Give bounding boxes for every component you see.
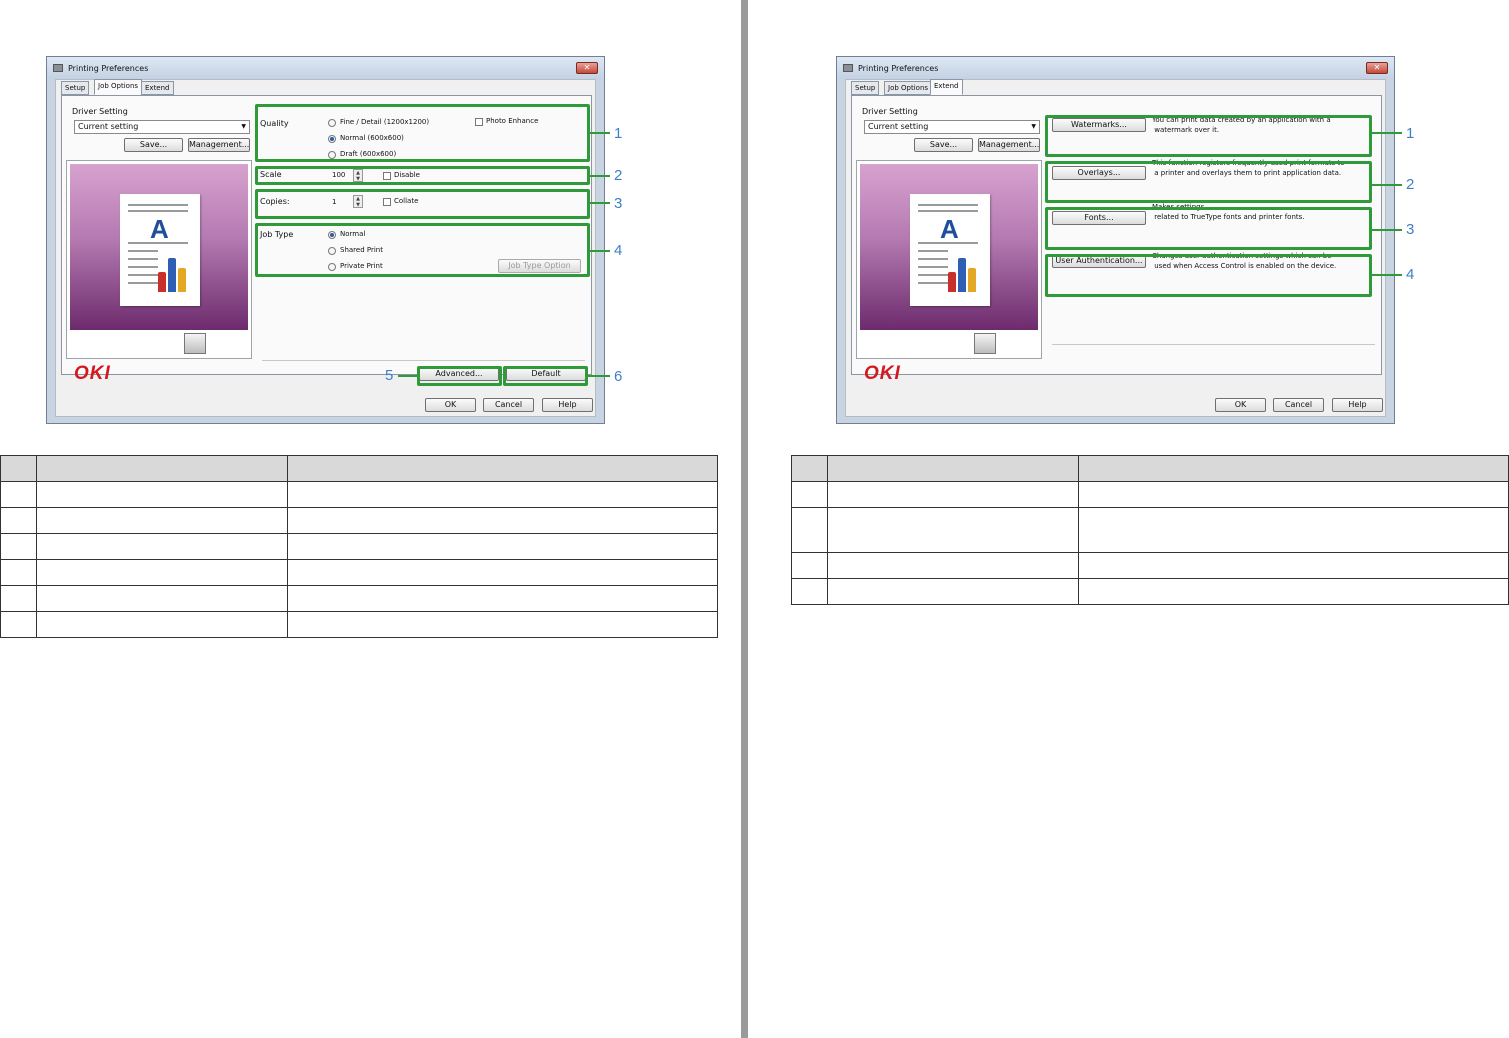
- table-row: [0, 507, 718, 534]
- callout-box-4: [255, 223, 590, 277]
- callout-number: 6: [614, 368, 623, 385]
- preview-page: A: [120, 194, 200, 306]
- callout-number: 1: [614, 125, 623, 142]
- callout-number: 1: [1406, 125, 1415, 142]
- tab-extend[interactable]: Extend: [930, 79, 963, 95]
- driver-setting-select[interactable]: Current setting ▼: [864, 120, 1040, 134]
- callout-box-4: [1045, 254, 1372, 297]
- help-button[interactable]: Help: [1332, 398, 1383, 412]
- chart-bar-graphic: [968, 268, 976, 292]
- callout-number: 5: [385, 367, 394, 384]
- chart-bar-graphic: [958, 258, 966, 292]
- chart-bar-graphic: [158, 272, 166, 292]
- right-description-table: [791, 455, 1509, 605]
- callout-box-1: [255, 104, 590, 162]
- cancel-button[interactable]: Cancel: [1273, 398, 1324, 412]
- callout-number: 4: [1406, 266, 1415, 283]
- window-title: Printing Preferences: [858, 64, 939, 73]
- window-title: Printing Preferences: [68, 64, 149, 73]
- help-button[interactable]: Help: [542, 398, 593, 412]
- letter-a-graphic: A: [150, 214, 169, 244]
- cancel-button[interactable]: Cancel: [483, 398, 534, 412]
- table-row: [791, 481, 1509, 508]
- callout-number: 3: [614, 195, 623, 212]
- printer-icon: [843, 64, 853, 72]
- callout-box-2: [1045, 161, 1372, 203]
- title-bar: Printing Preferences ✕: [47, 57, 604, 79]
- table-row: [0, 611, 718, 638]
- table-row: [791, 578, 1509, 605]
- close-button[interactable]: ✕: [1366, 62, 1388, 74]
- print-preview: A: [856, 160, 1042, 359]
- tab-job-options[interactable]: Job Options: [94, 79, 143, 95]
- driver-setting-value: Current setting: [78, 122, 139, 131]
- left-description-table: [0, 455, 718, 638]
- save-button[interactable]: Save...: [124, 138, 183, 152]
- dropdown-arrow-icon: ▼: [1031, 123, 1036, 130]
- callout-number: 4: [614, 242, 623, 259]
- callout-box-5: [417, 366, 502, 386]
- tab-extend[interactable]: Extend: [141, 81, 174, 95]
- oki-logo: OKI: [74, 363, 111, 384]
- driver-setting-label: Driver Setting: [862, 107, 918, 116]
- table-row: [0, 481, 718, 508]
- table-row: [791, 507, 1509, 553]
- title-bar: Printing Preferences ✕: [837, 57, 1394, 79]
- separator: [262, 360, 585, 361]
- callout-number: 3: [1406, 221, 1415, 238]
- save-button[interactable]: Save...: [914, 138, 973, 152]
- chart-bar-graphic: [948, 272, 956, 292]
- chart-bar-graphic: [168, 258, 176, 292]
- callout-box-1: [1045, 115, 1372, 157]
- driver-setting-select[interactable]: Current setting ▼: [74, 120, 250, 134]
- close-button[interactable]: ✕: [576, 62, 598, 74]
- chart-bar-graphic: [178, 268, 186, 292]
- letter-a-graphic: A: [940, 214, 959, 244]
- preview-page: A: [910, 194, 990, 306]
- table-row: [0, 559, 718, 586]
- tab-setup[interactable]: Setup: [851, 81, 880, 95]
- printer-icon: [53, 64, 63, 72]
- ok-button[interactable]: OK: [425, 398, 476, 412]
- callout-box-6: [503, 366, 588, 386]
- driver-setting-value: Current setting: [868, 122, 929, 131]
- management-button[interactable]: Management...: [978, 138, 1040, 152]
- printer-preview-icon: [974, 333, 996, 354]
- callout-box-3: [255, 189, 590, 219]
- callout-number: 2: [1406, 176, 1415, 193]
- callout-box-2: [255, 166, 590, 185]
- separator: [1052, 344, 1375, 345]
- callout-box-3: [1045, 207, 1372, 250]
- tab-setup[interactable]: Setup: [61, 81, 90, 95]
- callout-number: 2: [614, 167, 623, 184]
- ok-button[interactable]: OK: [1215, 398, 1266, 412]
- driver-setting-label: Driver Setting: [72, 107, 128, 116]
- oki-logo: OKI: [864, 363, 901, 384]
- table-row: [0, 585, 718, 612]
- table-row: [0, 533, 718, 560]
- printer-preview-icon: [184, 333, 206, 354]
- management-button[interactable]: Management...: [188, 138, 250, 152]
- print-preview: A: [66, 160, 252, 359]
- column-divider: [741, 0, 748, 1038]
- table-row: [791, 552, 1509, 579]
- dropdown-arrow-icon: ▼: [241, 123, 246, 130]
- tab-job-options[interactable]: Job Options: [884, 81, 933, 95]
